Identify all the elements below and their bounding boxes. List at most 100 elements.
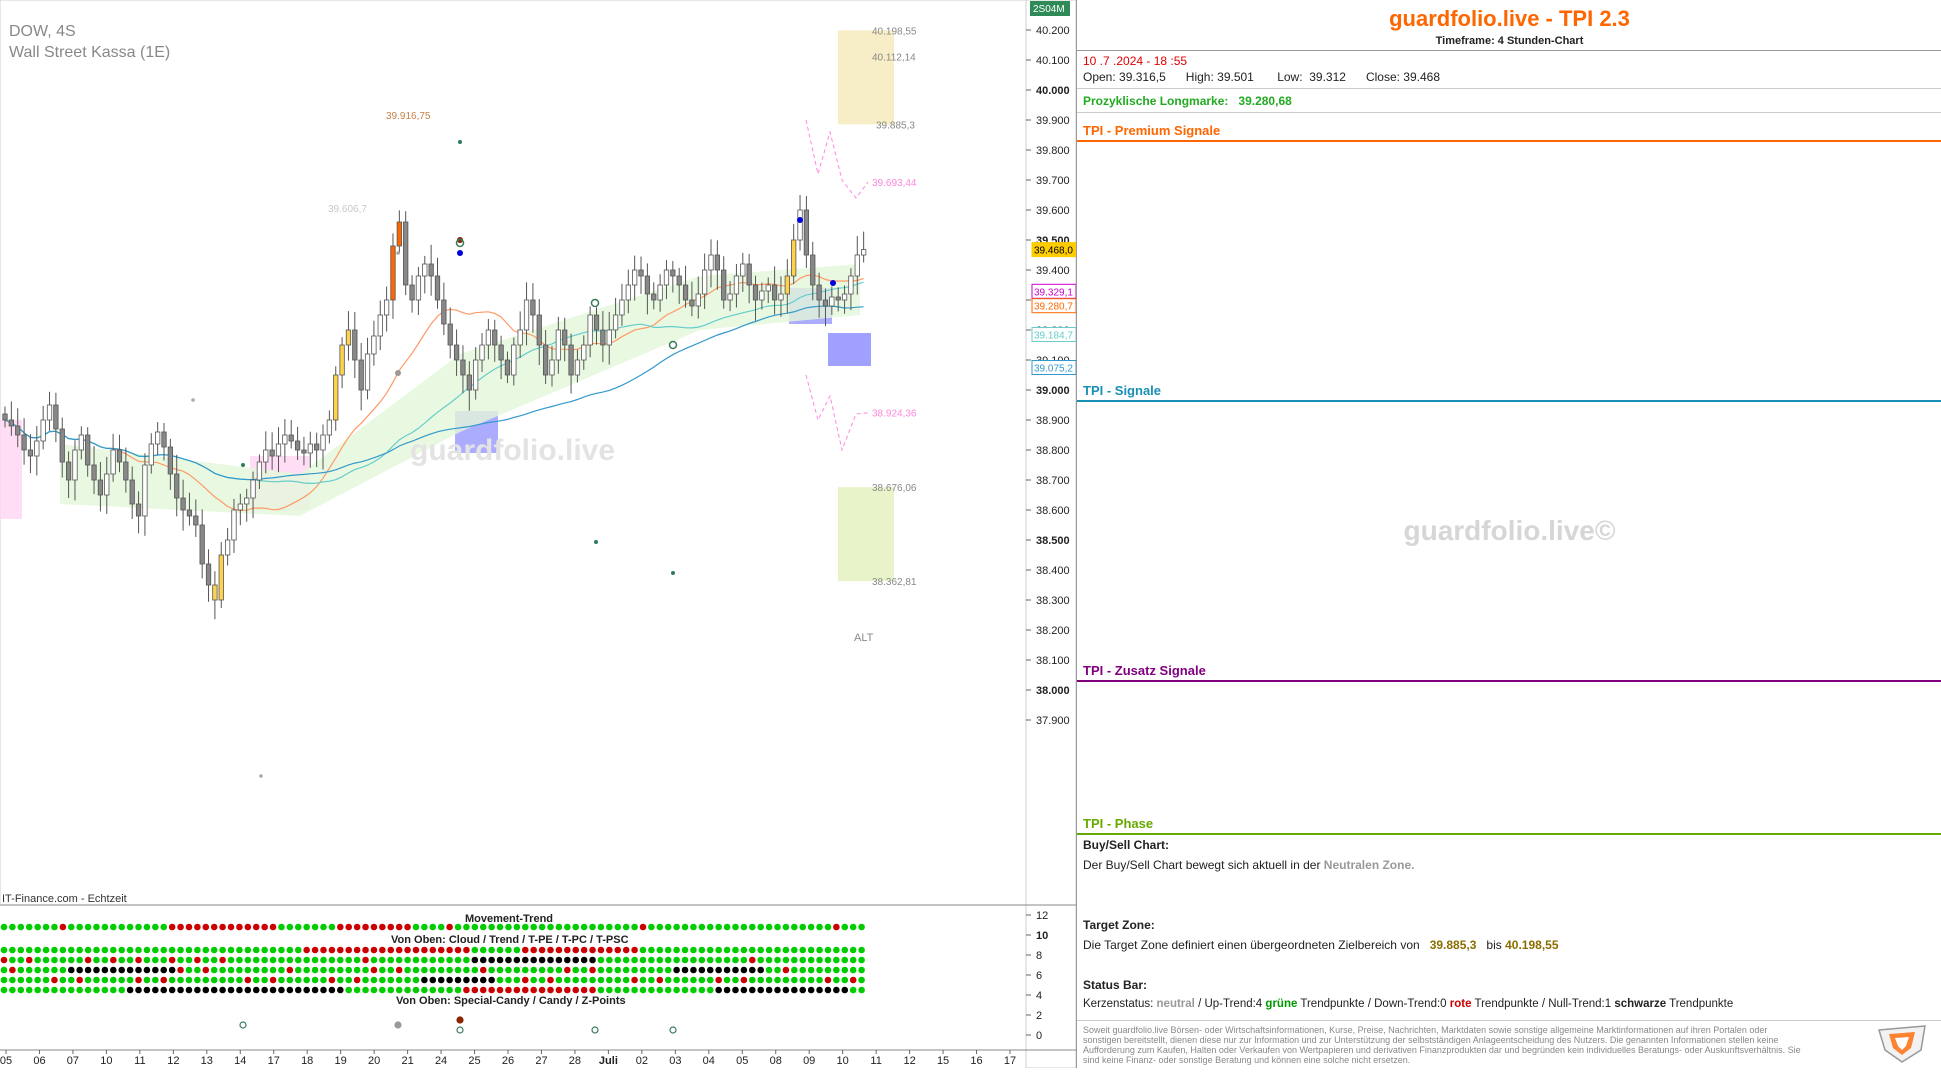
trend-dot	[379, 956, 386, 964]
trend-dot	[311, 946, 319, 954]
trend-dot	[0, 986, 8, 994]
trend-dot	[362, 986, 369, 994]
trend-dot	[606, 986, 613, 994]
trend-dot	[757, 923, 764, 931]
candle-body	[542, 344, 549, 376]
candle-body	[186, 509, 193, 517]
trend-dot	[9, 956, 16, 964]
trend-dot	[799, 946, 807, 954]
candle-body	[167, 446, 173, 475]
trend-dot	[732, 923, 739, 931]
x-tick-label: 06	[33, 1055, 45, 1067]
trend-dot	[177, 956, 184, 964]
annotation-label: 38.362,81	[872, 577, 917, 588]
price-chart[interactable]: 40.198,55 40.112,14 39.885,3 39.693,44 39.91…	[0, 0, 1077, 1069]
section-signale: TPI - Signale	[1083, 383, 1162, 398]
trend-dot	[723, 986, 731, 994]
y-tick-label: 39.800	[1036, 145, 1070, 157]
trend-dot	[656, 923, 664, 931]
x-tick-label: 15	[937, 1055, 949, 1067]
trend-dot	[816, 946, 823, 954]
trend-dot	[530, 946, 537, 954]
trend-dot	[513, 986, 521, 994]
trend-dot	[816, 966, 823, 974]
indicator-tick-label: 4	[1036, 990, 1042, 1002]
trend-dot	[353, 923, 361, 931]
candle-body	[562, 329, 568, 346]
trend-dot	[76, 986, 83, 994]
candle-body	[396, 221, 402, 247]
trend-dot	[698, 956, 706, 964]
trend-dot	[118, 923, 126, 931]
trend-dot	[606, 966, 613, 974]
trend-dot	[580, 966, 588, 974]
candle-body	[625, 284, 631, 301]
y-tick-label: 38.600	[1036, 505, 1070, 517]
trend-dot	[320, 956, 327, 964]
candle-body	[555, 329, 561, 361]
trend-dot	[824, 923, 832, 931]
x-tick-label: 12	[167, 1055, 179, 1067]
trend-dot	[101, 976, 109, 984]
z-point	[458, 140, 462, 144]
indicator-title: Movement-Trend	[465, 913, 553, 925]
candle-body	[237, 503, 243, 511]
trend-dot	[471, 966, 479, 974]
trend-dot	[328, 946, 336, 954]
trend-dot	[513, 946, 521, 954]
trend-dot	[555, 923, 563, 931]
trend-dot	[59, 956, 67, 964]
trend-dot	[606, 946, 613, 954]
indicator-tick-label: 6	[1036, 970, 1042, 982]
indicator-tick-label: 2	[1036, 1010, 1042, 1022]
trend-dot	[614, 946, 622, 954]
trend-dot	[673, 946, 680, 954]
trend-dot	[17, 976, 25, 984]
trend-dot	[597, 923, 605, 931]
trend-dot	[337, 966, 344, 974]
trend-dot	[740, 986, 748, 994]
x-tick-label: 17	[1004, 1055, 1016, 1067]
trend-dot	[0, 966, 8, 974]
trend-dot	[513, 976, 521, 984]
trend-dot	[782, 986, 790, 994]
trend-dot	[580, 923, 588, 931]
candle-body	[371, 335, 377, 355]
signal-dot	[457, 250, 463, 256]
candle-body	[155, 431, 161, 445]
trend-dot	[648, 966, 655, 974]
open-label: Open:	[1083, 70, 1116, 84]
trend-dot	[412, 976, 420, 984]
trend-dot	[244, 946, 252, 954]
indicator-tick-label: 10	[1036, 930, 1048, 942]
trend-dot	[227, 923, 235, 931]
trend-dot	[252, 966, 260, 974]
candle-body	[485, 329, 492, 346]
candle-body	[282, 434, 288, 445]
trend-dot	[572, 986, 580, 994]
trend-dot	[748, 966, 756, 974]
trend-dot	[51, 956, 58, 964]
trend-dot	[479, 986, 487, 994]
section-zusatz: TPI - Zusatz Signale	[1083, 663, 1206, 678]
candle-body	[829, 296, 835, 307]
trend-dot	[765, 966, 773, 974]
trend-dot	[429, 923, 437, 931]
trend-dot	[42, 966, 50, 974]
trend-dot	[538, 976, 546, 984]
annotation-label: 38.676,06	[872, 483, 917, 494]
trend-dot	[446, 986, 453, 994]
trend-dot	[320, 923, 327, 931]
x-tick-label: 18	[301, 1055, 313, 1067]
trend-dot	[110, 956, 117, 964]
candle-body	[352, 329, 358, 361]
trend-dot	[303, 923, 310, 931]
trend-dot	[673, 966, 680, 974]
trend-dot	[589, 923, 596, 931]
trend-dot	[152, 956, 159, 964]
trend-dot	[286, 946, 294, 954]
trend-dot	[59, 986, 67, 994]
trend-dot	[479, 966, 487, 974]
x-tick-label: 11	[134, 1055, 145, 1067]
trend-dot	[791, 966, 798, 974]
